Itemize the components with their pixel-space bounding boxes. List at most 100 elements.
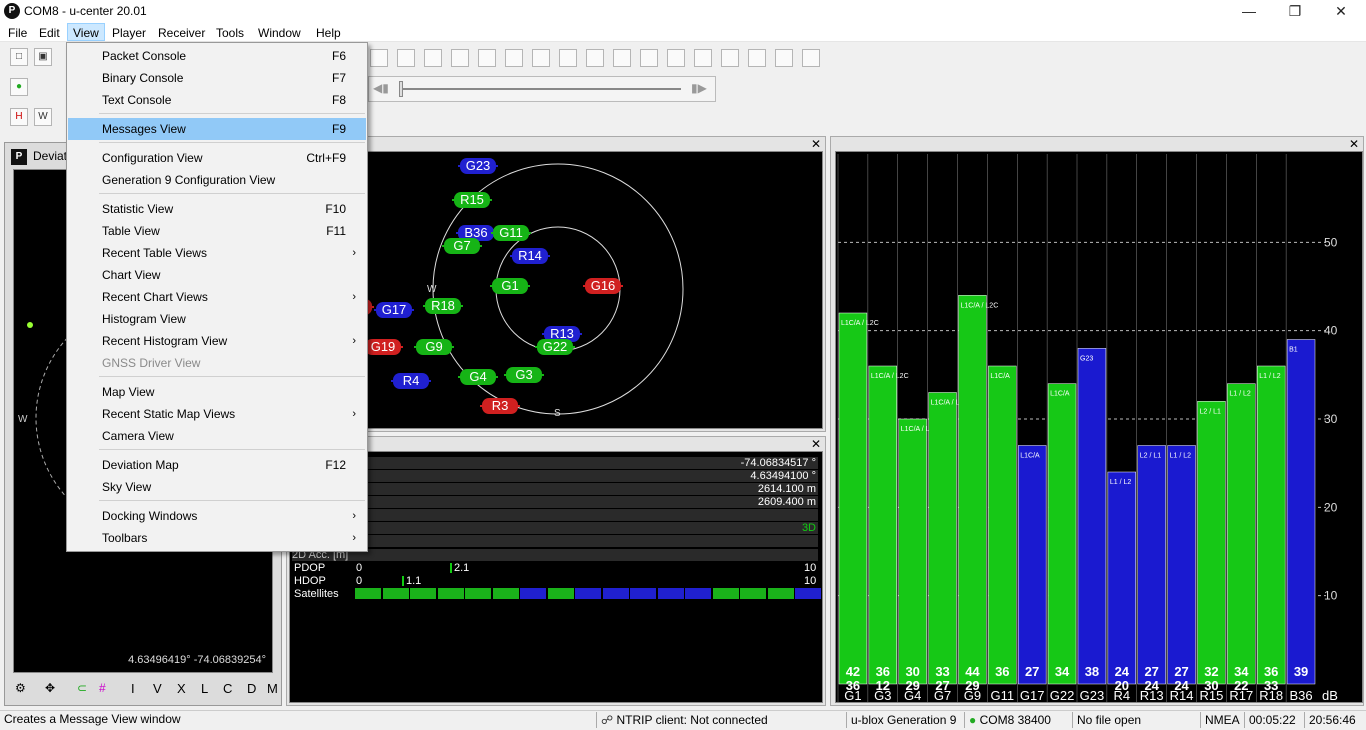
move-icon[interactable]: ✥ (45, 681, 55, 695)
new-file-icon[interactable]: □ (10, 48, 28, 66)
menu-file[interactable]: File (3, 24, 32, 42)
config-icon[interactable] (667, 49, 685, 67)
view-menu-item-recent-histogram-view[interactable]: Recent Histogram View › (68, 330, 366, 352)
menu-item-shortcut: F6 (331, 49, 346, 63)
globe-icon[interactable] (559, 49, 577, 67)
skip-back-icon[interactable]: ◀▮ (373, 81, 389, 95)
close-button[interactable]: ✕ (1318, 0, 1364, 22)
list-icon[interactable] (694, 49, 712, 67)
menu-item-label: Table View (102, 224, 160, 238)
sum-icon[interactable] (397, 49, 415, 67)
satellite-r14[interactable]: R14 (510, 248, 550, 264)
view-menu-item-sky-view[interactable]: Sky View (68, 476, 366, 498)
table-icon[interactable] (424, 49, 442, 67)
curve-icon[interactable]: ⊂ (77, 681, 87, 695)
view-menu-item-messages-view[interactable]: Messages View F9 (68, 118, 366, 140)
satellites-row: Satellites (292, 588, 821, 600)
gear-icon[interactable] (721, 49, 739, 67)
antenna-icon[interactable] (748, 49, 766, 67)
view-menu-item-recent-table-views[interactable]: Recent Table Views › (68, 242, 366, 264)
connect-icon[interactable]: ● (10, 78, 28, 96)
line-chart-icon[interactable] (478, 49, 496, 67)
satellite-g3[interactable]: G3 (504, 367, 544, 383)
view-menu-item-text-console[interactable]: Text Console F8 (68, 89, 366, 111)
menu-window[interactable]: Window (253, 24, 306, 42)
player-slider[interactable] (401, 88, 681, 90)
signal-chart[interactable]: 10 20 30 40 50 L1C/A / L2C 42 36 G1 L1C/A / L2C 36… (835, 151, 1363, 703)
sky-view[interactable]: G23R15B36G11G7R14G1G16R5G17R18R13G19G9G2… (289, 151, 823, 429)
satellite-r18[interactable]: R18 (423, 298, 463, 314)
view-menu-item-recent-chart-views[interactable]: Recent Chart Views › (68, 286, 366, 308)
bar-icon[interactable] (640, 49, 658, 67)
map-icon[interactable] (613, 49, 631, 67)
dev-btn-x[interactable]: X (177, 681, 186, 696)
view-menu-item-chart-view[interactable]: Chart View (68, 264, 366, 286)
save-icon[interactable]: ▣ (34, 48, 52, 66)
dev-btn-c[interactable]: C (223, 681, 232, 696)
slider-handle[interactable] (399, 81, 403, 97)
view-menu-item-map-view[interactable]: Map View (68, 381, 366, 403)
band-label: L1 / L2 (1259, 373, 1281, 380)
satellite-g7[interactable]: G7 (442, 238, 482, 254)
satellite-g1[interactable]: G1 (490, 278, 530, 294)
menu-player[interactable]: Player (107, 24, 151, 42)
dev-btn-m[interactable]: M (267, 681, 278, 696)
satellite-r15[interactable]: R15 (452, 192, 492, 208)
view-icon[interactable] (370, 49, 388, 67)
dev-btn-i[interactable]: I (131, 681, 135, 696)
cn0-value: 27 (1025, 664, 1039, 679)
histogram-icon[interactable] (505, 49, 523, 67)
view-menu-item-generation-9-configuration-view[interactable]: Generation 9 Configuration View (68, 169, 366, 191)
satellite-g9[interactable]: G9 (414, 339, 454, 355)
dev-btn-l[interactable]: L (201, 681, 208, 696)
skip-forward-icon[interactable]: ▮▶ (691, 81, 707, 95)
clock-icon[interactable] (775, 49, 793, 67)
view-menu-item-histogram-view[interactable]: Histogram View (68, 308, 366, 330)
sky-icon[interactable] (586, 49, 604, 67)
menu-separator (99, 113, 365, 114)
satellite-g17[interactable]: G17 (374, 302, 414, 318)
satellite-r3[interactable]: R3 (480, 398, 520, 414)
sky-close-icon[interactable]: ✕ (811, 137, 821, 151)
satellite-g11[interactable]: G11 (491, 225, 531, 241)
view-menu-item-configuration-view[interactable]: Configuration View Ctrl+F9 (68, 147, 366, 169)
view-menu-item-docking-windows[interactable]: Docking Windows › (68, 505, 366, 527)
maximize-button[interactable]: ❐ (1272, 0, 1318, 22)
view-menu-item-recent-static-map-views[interactable]: Recent Static Map Views › (68, 403, 366, 425)
view-menu-item-binary-console[interactable]: Binary Console F7 (68, 67, 366, 89)
view-menu-item-deviation-map[interactable]: Deviation Map F12 (68, 454, 366, 476)
view-menu-item-statistic-view[interactable]: Statistic View F10 (68, 198, 366, 220)
grid-icon[interactable] (802, 49, 820, 67)
menu-help[interactable]: Help (311, 24, 346, 42)
dev-btn-v[interactable]: V (153, 681, 162, 696)
data-close-icon[interactable]: ✕ (811, 437, 821, 451)
heading-icon[interactable]: H (10, 108, 28, 126)
menu-view[interactable]: View (67, 23, 105, 41)
menu-edit[interactable]: Edit (34, 24, 65, 42)
view-menu-item-table-view[interactable]: Table View F11 (68, 220, 366, 242)
view-menu-item-packet-console[interactable]: Packet Console F6 (68, 45, 366, 67)
ntrip-status: ☍ NTRIP client: Not connected (596, 712, 822, 728)
satellite-g19[interactable]: G19 (363, 339, 403, 355)
signal-plot: 10 20 30 40 50 L1C/A / L2C 42 36 G1 L1C/A / L2C 36… (837, 154, 1338, 702)
grid-icon[interactable]: # (99, 681, 106, 695)
camera-icon[interactable] (532, 49, 550, 67)
view-menu-item-camera-view[interactable]: Camera View (68, 425, 366, 447)
chart-icon[interactable] (451, 49, 469, 67)
satellite-g23[interactable]: G23 (458, 158, 498, 174)
chart-close-icon[interactable]: ✕ (1349, 137, 1359, 151)
satellite-g16[interactable]: G16 (583, 278, 623, 294)
satellite-r4[interactable]: R4 (391, 373, 431, 389)
view-menu-item-toolbars[interactable]: Toolbars › (68, 527, 366, 549)
dev-btn-d[interactable]: D (247, 681, 256, 696)
satellites-bar (355, 588, 821, 599)
menu-tools[interactable]: Tools (211, 24, 249, 42)
waveform-icon[interactable]: W (34, 108, 52, 126)
menu-receiver[interactable]: Receiver (153, 24, 210, 42)
settings-icon[interactable]: ⚙ (15, 681, 26, 695)
satellite-g4[interactable]: G4 (458, 369, 498, 385)
band-label: L1C/A / L2C (841, 320, 879, 327)
satellite-g22[interactable]: G22 (535, 339, 575, 355)
minimize-button[interactable]: — (1226, 0, 1272, 22)
category-label: G23 (1080, 688, 1105, 702)
